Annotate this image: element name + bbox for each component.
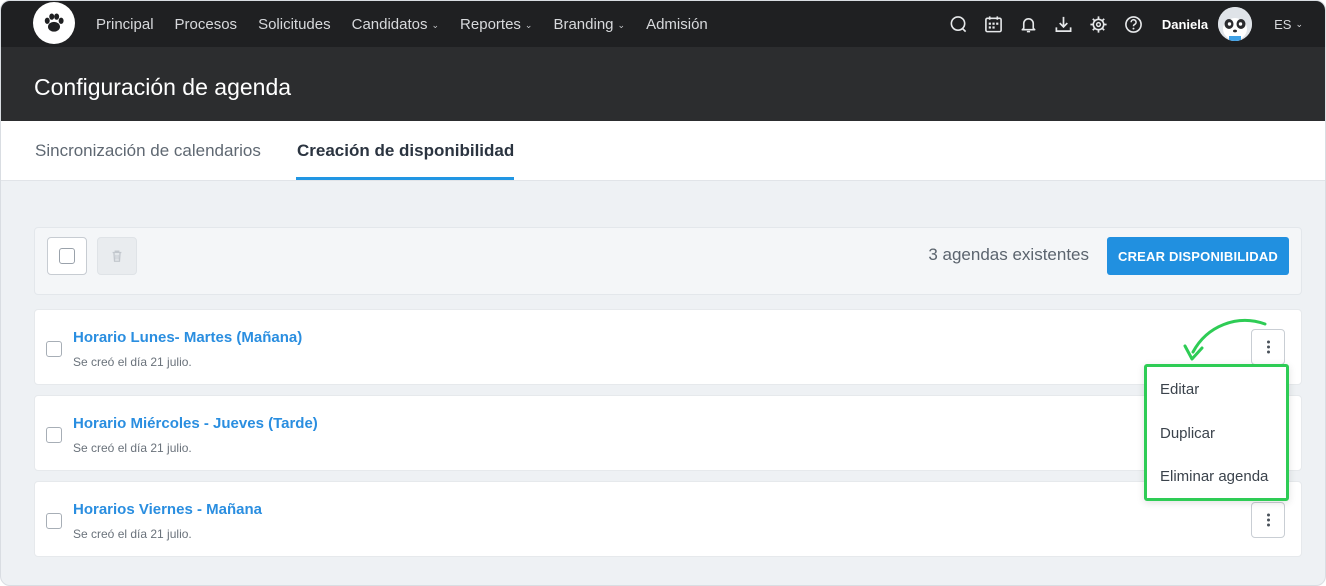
agenda-created-date: Se creó el día 21 julio.	[73, 355, 192, 369]
menu-item-duplicate[interactable]: Duplicar	[1160, 425, 1215, 442]
chat-icon[interactable]	[949, 14, 969, 34]
nav-label: Admisión	[646, 15, 708, 33]
language-label: ES	[1274, 16, 1292, 32]
app-window: Principal Procesos Solicitudes Candidato…	[0, 0, 1326, 586]
agenda-created-date: Se creó el día 21 julio.	[73, 441, 192, 455]
nav-label: Procesos	[174, 15, 238, 33]
tab-availability-creation[interactable]: Creación de disponibilidad	[297, 141, 514, 161]
agenda-title-link[interactable]: Horario Miércoles - Jueves (Tarde)	[73, 415, 318, 432]
nav-label: Candidatos	[351, 15, 428, 33]
delete-button[interactable]	[97, 237, 137, 275]
options-menu: Editar Duplicar Eliminar agenda	[1144, 364, 1289, 501]
tab-calendar-sync[interactable]: Sincronización de calendarios	[35, 141, 261, 161]
select-all-checkbox[interactable]	[47, 237, 87, 275]
nav-candidatos[interactable]: Candidatos ⌄	[352, 16, 439, 33]
tab-bar: Sincronización de calendarios Creación d…	[1, 121, 1325, 181]
kebab-icon	[1266, 513, 1270, 527]
main-nav: Principal Procesos Solicitudes Candidato…	[96, 1, 729, 47]
nav-principal[interactable]: Principal	[96, 16, 154, 33]
chevron-down-icon: ⌄	[431, 19, 440, 30]
nav-admision[interactable]: Admisión	[646, 16, 708, 33]
list-item: Horario Lunes- Martes (Mañana) Se creó e…	[34, 309, 1302, 385]
more-options-button[interactable]	[1251, 502, 1285, 538]
nav-label: Principal	[96, 15, 154, 33]
bell-icon[interactable]	[1019, 14, 1039, 34]
row-checkbox[interactable]	[46, 427, 62, 443]
row-checkbox[interactable]	[46, 341, 62, 357]
agenda-count: 3 agendas existentes	[928, 245, 1089, 264]
top-navbar: Principal Procesos Solicitudes Candidato…	[1, 1, 1325, 47]
page-header: Configuración de agenda	[1, 47, 1325, 121]
list-item: Horarios Viernes - Mañana Se creó el día…	[34, 481, 1302, 557]
row-checkbox[interactable]	[46, 513, 62, 529]
nav-label: Branding	[553, 15, 614, 33]
language-selector[interactable]: ES ⌄	[1274, 17, 1303, 32]
page-title: Configuración de agenda	[34, 74, 292, 100]
agenda-title-link[interactable]: Horarios Viernes - Mañana	[73, 501, 262, 518]
nav-label: Reportes	[460, 15, 521, 33]
create-availability-button[interactable]: CREAR DISPONIBILIDAD	[1107, 237, 1289, 275]
nav-procesos[interactable]: Procesos	[175, 16, 238, 33]
username[interactable]: Daniela	[1162, 17, 1208, 32]
active-tab-indicator	[296, 177, 514, 180]
gear-icon[interactable]	[1089, 14, 1109, 34]
nav-solicitudes[interactable]: Solicitudes	[258, 16, 331, 33]
list-toolbar: 3 agendas existentes CREAR DISPONIBILIDA…	[34, 227, 1302, 295]
agenda-title-link[interactable]: Horario Lunes- Martes (Mañana)	[73, 329, 302, 346]
calendar-icon[interactable]	[984, 14, 1004, 34]
list-item: Horario Miércoles - Jueves (Tarde) Se cr…	[34, 395, 1302, 471]
nav-reportes[interactable]: Reportes ⌄	[460, 16, 532, 33]
chevron-down-icon: ⌄	[1295, 18, 1303, 29]
help-icon[interactable]	[1124, 14, 1144, 34]
trash-icon	[112, 250, 122, 262]
annotation-arrow-icon	[1183, 319, 1267, 361]
agenda-created-date: Se creó el día 21 julio.	[73, 527, 192, 541]
menu-item-edit[interactable]: Editar	[1160, 381, 1199, 398]
chevron-down-icon: ⌄	[524, 19, 533, 30]
download-icon[interactable]	[1054, 14, 1074, 34]
menu-item-delete[interactable]: Eliminar agenda	[1160, 468, 1268, 485]
nav-actions: Daniela ES ⌄	[934, 1, 1303, 47]
nav-label: Solicitudes	[258, 15, 331, 33]
nav-branding[interactable]: Branding ⌄	[553, 16, 625, 33]
avatar[interactable]	[1218, 7, 1253, 41]
chevron-down-icon: ⌄	[617, 19, 626, 30]
paw-logo-icon[interactable]	[33, 2, 75, 44]
